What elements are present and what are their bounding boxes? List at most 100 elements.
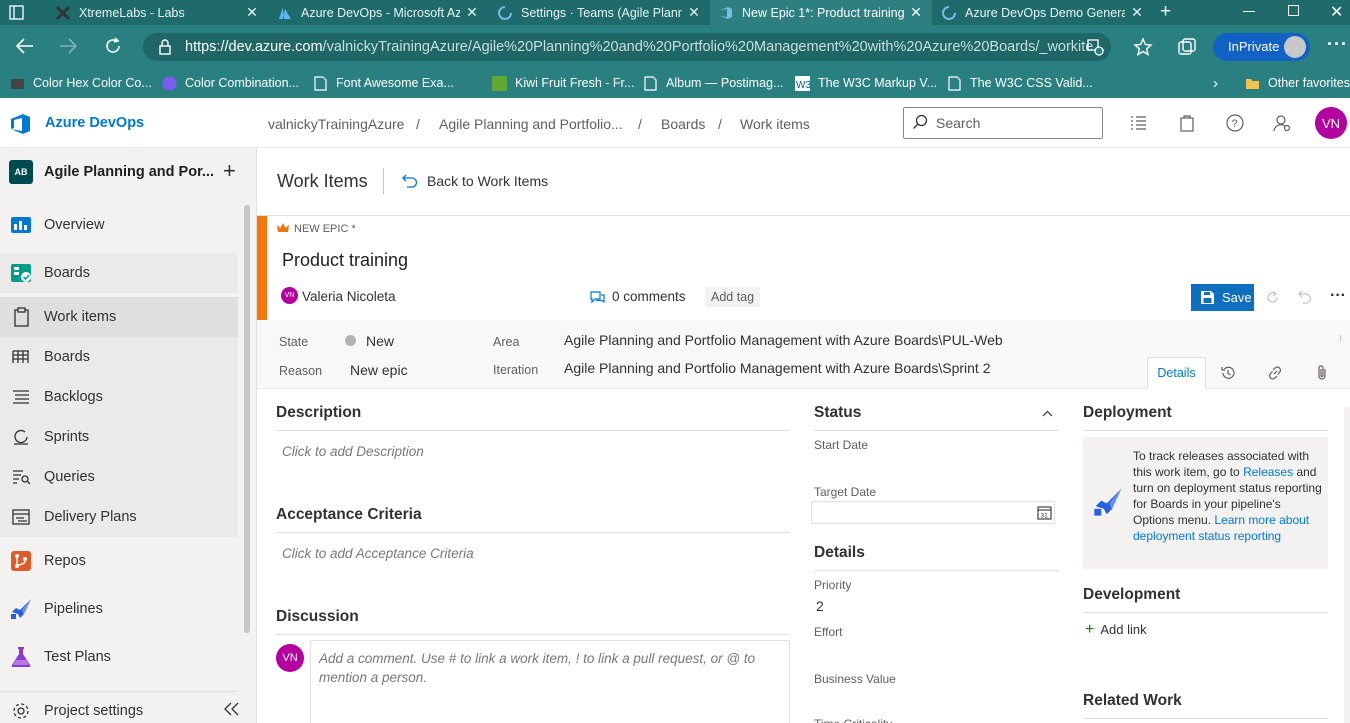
releases-link[interactable]: Releases	[1243, 465, 1293, 479]
field-more-icon[interactable]: ⁝	[1339, 334, 1342, 345]
assignee-field[interactable]: Valeria Nicoleta	[302, 289, 396, 304]
links-tab-icon[interactable]	[1267, 365, 1283, 381]
nav-boards-hub[interactable]: Boards	[0, 253, 238, 293]
comment-input[interactable]: Add a comment. Use # to link a work item…	[310, 640, 790, 723]
nav-work-items[interactable]: Work items	[0, 297, 238, 337]
close-tab-icon[interactable]: ✕	[244, 4, 260, 21]
attachments-tab-icon[interactable]	[1315, 364, 1329, 381]
state-field[interactable]: New	[366, 333, 394, 349]
new-project-item-icon[interactable]: +	[223, 160, 236, 182]
history-tab-icon[interactable]	[1220, 365, 1236, 381]
browser-tab-demo-generator[interactable]: Azure DevOps Demo Generator ✕	[933, 0, 1153, 25]
nav-project-settings[interactable]: Project settings	[0, 691, 238, 723]
tab-title: Azure DevOps Demo Generator	[965, 5, 1125, 20]
bookmark-label: Color Combination...	[185, 76, 299, 90]
browser-tab-azure-devops[interactable]: Azure DevOps - Microsoft Azure ✕	[269, 0, 488, 25]
iteration-field[interactable]: Agile Planning and Portfolio Management …	[564, 360, 990, 376]
close-tab-icon[interactable]: ✕	[686, 4, 702, 21]
breadcrumb-org[interactable]: valnickyTrainingAzure	[268, 116, 404, 132]
refresh-work-item-icon[interactable]	[1265, 290, 1280, 305]
add-link-button[interactable]: + Add link	[1085, 621, 1147, 637]
add-tag-button[interactable]: Add tag	[705, 287, 761, 307]
azure-devops-logo-icon[interactable]	[10, 113, 34, 135]
forward-icon[interactable]	[58, 37, 78, 55]
kanban-icon	[10, 346, 32, 368]
product-name[interactable]: Azure DevOps	[45, 115, 144, 131]
nav-overview[interactable]: Overview	[0, 205, 238, 245]
page-icon	[947, 75, 962, 91]
add-favorite-icon[interactable]	[1086, 38, 1104, 56]
breadcrumb-boards[interactable]: Boards	[661, 116, 705, 132]
details-tab[interactable]: Details	[1147, 357, 1206, 389]
priority-field[interactable]: 2	[816, 598, 824, 614]
description-field[interactable]: Click to add Description	[282, 444, 424, 459]
new-tab-icon[interactable]: +	[1160, 2, 1171, 21]
tab-title: Settings · Teams (Agile Planning and Por…	[521, 5, 682, 20]
work-item-title-field[interactable]: Product training	[282, 250, 408, 271]
nav-pipelines[interactable]: Pipelines	[0, 589, 238, 629]
bookmark-item[interactable]: Kiwi Fruit Fresh - Fr...	[492, 68, 634, 98]
nav-delivery-plans[interactable]: Delivery Plans	[0, 497, 238, 537]
refresh-icon[interactable]	[103, 36, 123, 56]
close-window-icon[interactable]: ✕	[1330, 2, 1343, 22]
more-actions-icon[interactable]: ···	[1330, 287, 1346, 305]
back-icon[interactable]	[15, 37, 35, 55]
nav-backlogs[interactable]: Backlogs	[0, 377, 238, 417]
address-field[interactable]: https://dev.azure.com/valnickyTrainingAz…	[143, 33, 1111, 61]
azure-devops-tab-icon	[718, 5, 734, 21]
save-button[interactable]: Save	[1191, 284, 1254, 311]
project-name[interactable]: Agile Planning and Por...	[44, 164, 214, 180]
browser-tab-new-epic[interactable]: New Epic 1*: Product training ✕	[710, 0, 932, 25]
nav-label: Sprints	[44, 429, 90, 445]
restore-icon[interactable]	[1288, 5, 1299, 16]
collapse-sidebar-icon[interactable]	[222, 701, 242, 717]
bookmarks-overflow-icon[interactable]: ›	[1213, 68, 1218, 98]
more-options-icon[interactable]: ···	[1327, 34, 1348, 55]
search-box[interactable]: Search	[903, 107, 1103, 139]
inprivate-badge[interactable]: InPrivate	[1213, 33, 1310, 61]
bookmark-item[interactable]: Color Combination...	[162, 68, 299, 98]
bookmark-item[interactable]: Color Hex Color Co...	[10, 68, 152, 98]
favorites-bar: Color Hex Color Co... Color Combination.…	[0, 68, 1350, 98]
deployment-divider	[1083, 430, 1328, 431]
tab-actions-icon[interactable]	[8, 4, 25, 21]
user-avatar[interactable]: VN	[1315, 107, 1347, 139]
help-icon[interactable]: ?	[1226, 114, 1244, 132]
collections-icon[interactable]	[1177, 37, 1197, 57]
revert-icon[interactable]	[1298, 290, 1313, 305]
nav-sprints[interactable]: Sprints	[0, 417, 238, 457]
bookmark-item[interactable]: The W3C CSS Valid...	[947, 68, 1093, 98]
acceptance-criteria-field[interactable]: Click to add Acceptance Criteria	[282, 546, 474, 561]
bookmark-item[interactable]: Album — Postimag...	[643, 68, 783, 98]
user-settings-icon[interactable]	[1273, 114, 1291, 132]
close-tab-icon[interactable]: ✕	[1129, 4, 1145, 21]
back-to-work-items-link[interactable]: Back to Work Items	[402, 173, 548, 189]
lock-icon[interactable]	[158, 39, 172, 55]
calendar-icon[interactable]: 31	[1037, 505, 1052, 520]
right-panel-scrollbar[interactable]	[1344, 407, 1350, 723]
other-favorites[interactable]: Other favorites	[1245, 68, 1350, 98]
favorites-star-icon[interactable]	[1133, 37, 1153, 57]
reason-field[interactable]: New epic	[350, 362, 408, 378]
nav-test-plans[interactable]: Test Plans	[0, 637, 238, 677]
nav-boards[interactable]: Boards	[0, 337, 238, 377]
close-tab-icon[interactable]: ✕	[464, 4, 480, 21]
sidebar-scrollbar[interactable]	[244, 205, 250, 633]
minimize-icon[interactable]	[1243, 11, 1255, 12]
list-settings-icon[interactable]	[1130, 115, 1147, 131]
nav-queries[interactable]: Queries	[0, 457, 238, 497]
comments-link[interactable]: 0 comments	[590, 289, 686, 304]
area-field[interactable]: Agile Planning and Portfolio Management …	[564, 332, 1003, 348]
bookmark-item[interactable]: Font Awesome Exa...	[313, 68, 454, 98]
breadcrumb-work-items[interactable]: Work items	[740, 116, 810, 132]
close-tab-icon[interactable]: ✕	[908, 4, 924, 21]
marketplace-bag-icon[interactable]	[1179, 114, 1195, 132]
nav-repos[interactable]: Repos	[0, 541, 238, 581]
nav-label: Queries	[44, 469, 95, 485]
browser-tab-settings[interactable]: Settings · Teams (Agile Planning and Por…	[489, 0, 710, 25]
breadcrumb-project[interactable]: Agile Planning and Portfolio...	[439, 116, 623, 132]
bookmark-item[interactable]: W3 The W3C Markup V...	[795, 68, 937, 98]
collapse-status-icon[interactable]	[1042, 410, 1053, 418]
target-date-field[interactable]	[811, 501, 1055, 524]
browser-tab-xtremelabs[interactable]: XtremeLabs - Labs ✕	[47, 0, 268, 25]
